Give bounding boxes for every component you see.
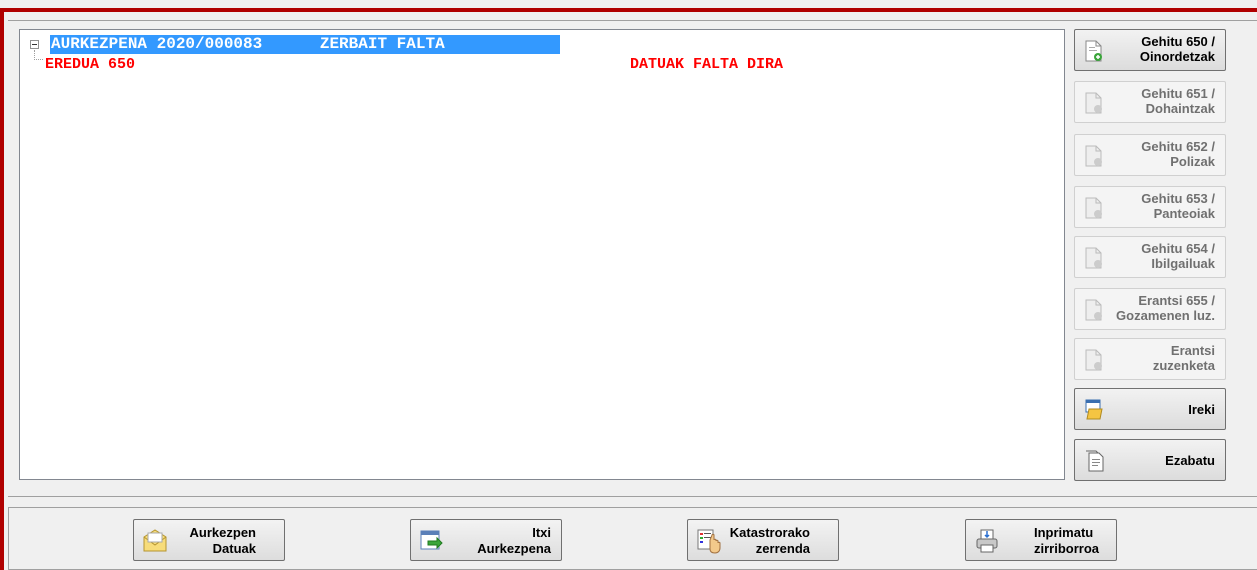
add-653-label: Gehitu 653 / Panteoiak — [1141, 191, 1215, 221]
delete-button[interactable]: Ezabatu — [1074, 439, 1226, 481]
print-draft-button[interactable]: Inprimatu zirriborroa — [965, 519, 1117, 561]
window-frame-top — [0, 8, 1257, 12]
close-presentation-button[interactable]: Itxi Aurkezpena — [410, 519, 562, 561]
open-label: Ireki — [1188, 402, 1215, 417]
open-button[interactable]: Ireki — [1074, 388, 1226, 430]
print-draft-label: Inprimatu zirriborroa — [1034, 525, 1100, 556]
add-652-label: Gehitu 652 / Polizak — [1141, 139, 1215, 169]
close-window-arrow-icon — [419, 528, 445, 554]
hand-list-icon — [696, 528, 722, 554]
tree-root-item[interactable]: AURKEZPENA 2020/000083 ZERBAIT FALTA — [50, 35, 560, 54]
add-650-button[interactable]: Gehitu 650 / Oinordetzak — [1074, 29, 1226, 71]
presentation-data-button[interactable]: Aurkezpen Datuak — [133, 519, 285, 561]
add-650-label: Gehitu 650 / Oinordetzak — [1139, 34, 1215, 64]
add-651-button[interactable]: Gehitu 651 / Dohaintzak — [1074, 81, 1226, 123]
add-654-button[interactable]: Gehitu 654 / Ibilgailuak — [1074, 236, 1226, 278]
window-frame-left — [0, 8, 4, 570]
bottom-divider — [8, 496, 1257, 497]
close-presentation-label: Itxi Aurkezpena — [477, 525, 551, 556]
presentation-tree[interactable]: AURKEZPENA 2020/000083 ZERBAIT FALTA ERE… — [19, 29, 1065, 480]
cadastre-list-button[interactable]: Katastrorako zerrenda — [687, 519, 839, 561]
add-651-label: Gehitu 651 / Dohaintzak — [1141, 86, 1215, 116]
delete-label: Ezabatu — [1165, 453, 1215, 468]
collapse-toggle-icon[interactable] — [30, 40, 39, 49]
attach-correction-button[interactable]: Erantsi zuzenketa — [1074, 338, 1226, 380]
presentation-data-label: Aurkezpen Datuak — [189, 525, 256, 556]
tree-child-item[interactable]: EREDUA 650 — [45, 57, 135, 73]
tree-branch-line — [34, 50, 43, 60]
cadastre-list-label: Katastrorako zerrenda — [729, 525, 810, 556]
add-653-button[interactable]: Gehitu 653 / Panteoiak — [1074, 186, 1226, 228]
envelope-icon — [142, 528, 168, 554]
attach-correction-label: Erantsi zuzenketa — [1152, 343, 1215, 373]
top-divider — [8, 20, 1257, 21]
add-652-button[interactable]: Gehitu 652 / Polizak — [1074, 134, 1226, 176]
tree-child-status: DATUAK FALTA DIRA — [630, 56, 784, 73]
add-654-label: Gehitu 654 / Ibilgailuak — [1141, 241, 1215, 271]
attach-655-button[interactable]: Erantsi 655 / Gozamenen luz. — [1074, 288, 1226, 330]
printer-icon — [974, 528, 1000, 554]
attach-655-label: Erantsi 655 / Gozamenen luz. — [1116, 293, 1215, 323]
